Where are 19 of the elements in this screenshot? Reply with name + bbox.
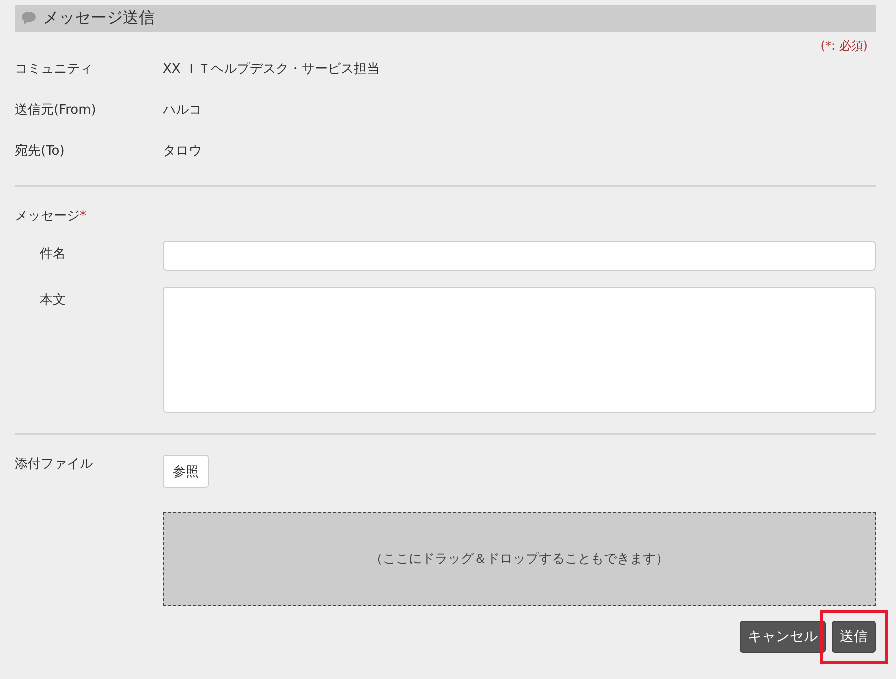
action-button[interactable]: キャンセル <box>740 621 826 653</box>
drop-zone[interactable]: （ここにドラッグ＆ドロップすることもできます） <box>163 512 876 606</box>
action-button[interactable]: 送信 <box>832 621 876 653</box>
browse-button[interactable]: 参照 <box>163 455 209 488</box>
field-value: XX ＩＴヘルプデスク・サービス担当 <box>163 60 380 78</box>
field-label: コミュニティ <box>15 60 94 78</box>
body-field[interactable] <box>163 287 876 413</box>
speech-bubble-icon <box>21 11 37 26</box>
field-label: 宛先(To) <box>15 142 66 160</box>
field-label: 件名 <box>39 246 67 264</box>
field-label: 送信元(From) <box>15 102 98 118</box>
field-label: 本文 <box>39 292 67 310</box>
field-label: 添付ファイル <box>15 456 94 473</box>
required-note: (*: 必須) <box>820 39 868 53</box>
field-value: タロウ <box>163 142 202 160</box>
subject-field[interactable] <box>163 241 876 271</box>
section-title: メッセージ送信 <box>43 8 155 29</box>
field-value: ハルコ <box>163 102 202 118</box>
field-label: メッセージ* <box>15 208 88 225</box>
